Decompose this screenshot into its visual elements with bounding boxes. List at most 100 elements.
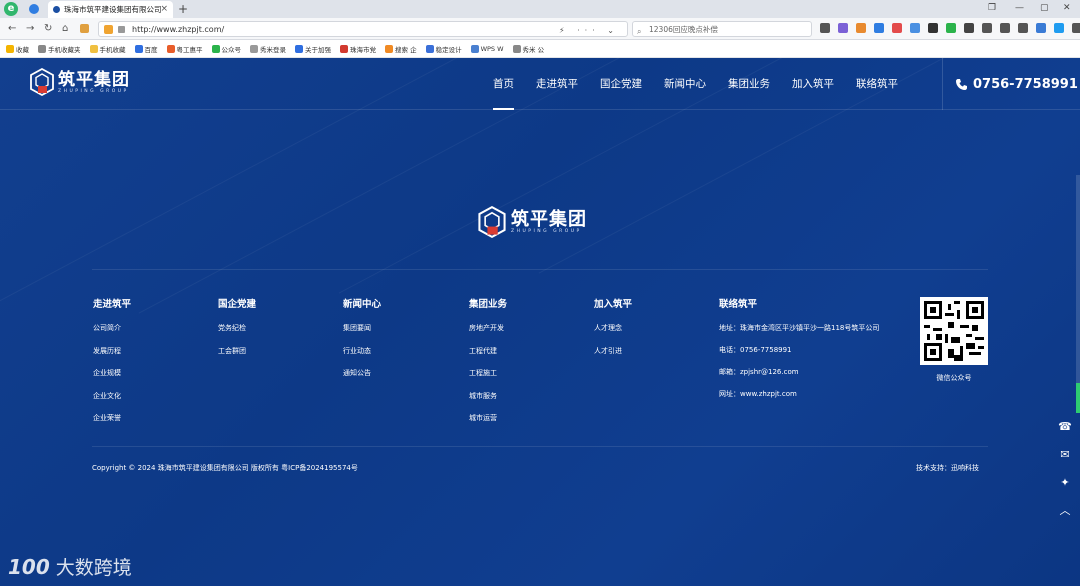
- puzzle-icon[interactable]: [964, 23, 974, 33]
- logo-text: 筑平集团: [58, 69, 130, 90]
- maximize-icon[interactable]: ▢: [1040, 3, 1049, 13]
- shield-icon[interactable]: [104, 25, 113, 34]
- nav-party[interactable]: 国企党建: [589, 58, 653, 110]
- browser-logo-icon[interactable]: e: [4, 2, 18, 16]
- nav-news[interactable]: 新闻中心: [653, 58, 717, 110]
- footer-column-title: 新闻中心: [343, 299, 382, 310]
- bookmark-item[interactable]: 关于加强: [295, 44, 331, 54]
- mail-icon[interactable]: [910, 23, 920, 33]
- scrollbar-thumb[interactable]: [1076, 383, 1080, 413]
- profile-icon[interactable]: [1036, 23, 1046, 33]
- active-tab[interactable]: 珠海市筑平建设集团有限公司 ×: [48, 1, 173, 18]
- bookmark-icon: [166, 44, 175, 53]
- footer-link[interactable]: 人才引进: [594, 346, 632, 356]
- back-to-top-icon[interactable]: ︿: [1058, 504, 1072, 518]
- footer-link[interactable]: 城市服务: [469, 391, 507, 401]
- footer-link[interactable]: 企业荣誉: [93, 413, 131, 423]
- footer-link[interactable]: 企业文化: [93, 391, 131, 401]
- bookmark-item[interactable]: 秀米 公: [512, 44, 544, 54]
- divider: [92, 269, 988, 270]
- scrollbar-track[interactable]: [1076, 175, 1080, 385]
- footer-link[interactable]: 工会群团: [218, 346, 256, 356]
- edge-icon[interactable]: [1054, 23, 1064, 33]
- footer-link[interactable]: 集团要闻: [343, 323, 381, 333]
- footer-link[interactable]: 工程代建: [469, 346, 507, 356]
- bookmark-item[interactable]: 公众号: [211, 44, 241, 54]
- site-info-icon[interactable]: [118, 26, 125, 33]
- forward-icon[interactable]: →: [26, 23, 34, 34]
- footer-link[interactable]: 人才理念: [594, 323, 632, 333]
- nav-contact[interactable]: 联络筑平: [845, 58, 909, 110]
- footer-link[interactable]: 城市运营: [469, 413, 507, 423]
- footer-link[interactable]: 党务纪检: [218, 323, 256, 333]
- footer-column-title: 联络筑平: [719, 299, 758, 310]
- menu-icon[interactable]: [1072, 23, 1080, 33]
- extension-icon[interactable]: [946, 23, 956, 33]
- bookmark-item[interactable]: 稳定设计: [425, 44, 462, 54]
- download-icon[interactable]: [982, 23, 992, 33]
- phone-icon[interactable]: ☎: [1058, 420, 1072, 434]
- footer-link[interactable]: 发展历程: [93, 346, 131, 356]
- bookmark-item[interactable]: 收藏: [6, 44, 29, 54]
- new-tab-button[interactable]: +: [178, 2, 188, 16]
- folder-icon: [89, 44, 98, 53]
- reload-icon[interactable]: ↻: [44, 23, 52, 34]
- tech-support-link[interactable]: 技术支持：迅响科技: [916, 463, 979, 473]
- bookmark-icon: [340, 44, 348, 53]
- restore-icon[interactable]: ❐: [988, 3, 996, 13]
- watermark-logo: 100: [8, 554, 50, 579]
- home-icon[interactable]: ⌂: [62, 23, 68, 34]
- url-tools[interactable]: ⚡ ··· ⌄: [559, 23, 619, 38]
- bookmark-item[interactable]: 手机收藏: [89, 44, 126, 54]
- minimize-icon[interactable]: —: [1015, 3, 1024, 13]
- bookmark-item[interactable]: 粤工惠平: [166, 44, 203, 54]
- footer-logo[interactable]: 筑平集团 ZHUPING GROUP: [478, 206, 587, 238]
- logo-mark-icon: [30, 68, 54, 96]
- footer-column-join: 加入筑平 人才理念 人才引进: [594, 296, 632, 368]
- bookmark-item[interactable]: 搜索 企: [385, 44, 417, 54]
- extension-icon[interactable]: [892, 23, 902, 33]
- main-navigation: 首页 走进筑平 国企党建 新闻中心 集团业务 加入筑平 联络筑平: [482, 58, 909, 110]
- site-logo[interactable]: 筑平集团 ZHUPING GROUP: [30, 68, 130, 96]
- contact-website: 网址：www.zhzpjt.com: [719, 390, 797, 398]
- extension-icon[interactable]: [80, 24, 89, 33]
- footer-link[interactable]: 工程施工: [469, 368, 507, 378]
- footer-link[interactable]: 企业规模: [93, 368, 131, 378]
- bookmark-item[interactable]: 秀米登录: [250, 44, 286, 54]
- mail-icon[interactable]: ✉: [1058, 448, 1072, 462]
- search-input[interactable]: ⌕ 12306回应晚点补偿: [632, 21, 812, 37]
- url-field[interactable]: http://www.zhzpjt.com/ ⚡ ··· ⌄: [98, 21, 628, 37]
- back-icon[interactable]: ←: [8, 23, 16, 34]
- close-tab-icon[interactable]: ×: [160, 4, 168, 14]
- footer-logo-text: 筑平集团: [511, 208, 587, 230]
- paw-icon: [295, 44, 303, 53]
- bookmark-icon: [512, 44, 521, 53]
- close-window-icon[interactable]: ✕: [1063, 3, 1071, 13]
- extension-icon[interactable]: [874, 23, 884, 33]
- bookmark-item[interactable]: WPS W: [470, 44, 504, 53]
- header-phone[interactable]: 0756-7758991: [942, 58, 1080, 110]
- undo-icon[interactable]: [1000, 23, 1010, 33]
- nav-about[interactable]: 走进筑平: [525, 58, 589, 110]
- footer-link[interactable]: 通知公告: [343, 368, 381, 378]
- bookmark-item[interactable]: 珠海市党: [340, 44, 376, 54]
- nav-business[interactable]: 集团业务: [717, 58, 781, 110]
- wechat-icon[interactable]: ✦: [1058, 476, 1072, 490]
- extension-icon[interactable]: [838, 23, 848, 33]
- website-viewport: 筑平集团 ZHUPING GROUP 首页 走进筑平 国企党建 新闻中心 集团业…: [0, 58, 1080, 586]
- cut-icon[interactable]: [820, 23, 830, 33]
- bookmark-item[interactable]: 百度: [134, 44, 158, 54]
- footer-link[interactable]: 行业动态: [343, 346, 381, 356]
- qr-caption: 微信公众号: [936, 374, 972, 382]
- history-icon[interactable]: [1018, 23, 1028, 33]
- game-icon[interactable]: [856, 23, 866, 33]
- footer-link[interactable]: 公司简介: [93, 323, 131, 333]
- bookmark-item[interactable]: 手机收藏夹: [38, 44, 81, 54]
- contact-address: 地址：珠海市金湾区平沙镇平沙一路118号筑平公司: [719, 324, 880, 332]
- pinned-tab-icon[interactable]: [29, 4, 39, 14]
- nav-join[interactable]: 加入筑平: [781, 58, 845, 110]
- footer-column-contact: 联络筑平 地址：珠海市金湾区平沙镇平沙一路118号筑平公司 电话：0756-77…: [719, 296, 879, 411]
- extension-icon[interactable]: [928, 23, 938, 33]
- nav-home[interactable]: 首页: [482, 58, 525, 110]
- footer-link[interactable]: 房地产开发: [469, 323, 507, 333]
